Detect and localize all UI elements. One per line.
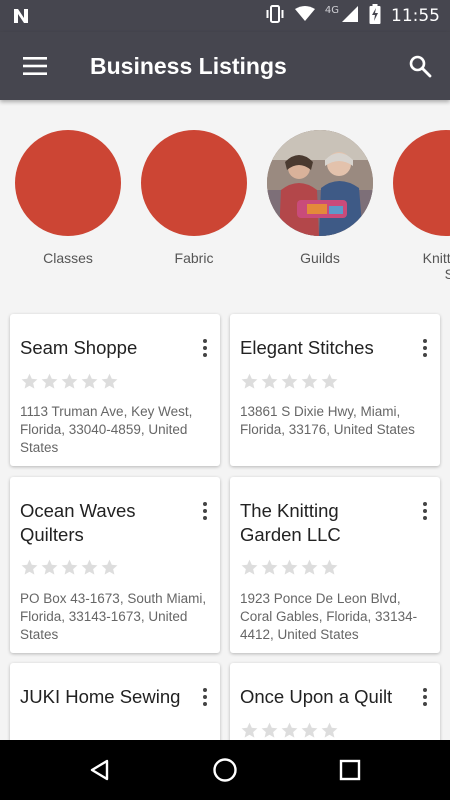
star-icon [300,372,319,395]
category-label: Fabric [174,250,214,266]
notification-n-icon [12,7,30,29]
more-options-icon[interactable] [196,499,214,523]
navigation-bar [0,740,450,800]
search-icon[interactable] [400,46,440,86]
more-options-icon[interactable] [416,499,434,523]
rating-stars [240,721,339,740]
rating-stars [20,558,119,581]
category-guilds[interactable]: Guilds [255,130,385,266]
listing-name: Ocean Waves Quilters [20,500,136,545]
category-carousel[interactable]: Classes Fabric Guilds Knitt S [0,130,450,290]
page-title: Business Listings [90,53,287,79]
category-knitting-supplies[interactable]: Knitting Supp [381,130,450,282]
category-label-line2: Supp [444,266,450,282]
star-icon [300,558,319,581]
listing-address: 1113 Truman Ave, Key West, Florida, 3304… [20,404,193,455]
star-icon [40,372,59,395]
listing-card[interactable]: Once Upon a Quilt [230,663,440,740]
status-bar: 4G 11:55 [0,0,450,32]
listing-card[interactable]: JUKI Home Sewing [10,663,220,740]
star-icon [40,558,59,581]
star-icon [100,558,119,581]
home-circle-icon[interactable] [200,750,250,790]
star-icon [80,558,99,581]
more-options-icon[interactable] [416,336,434,360]
listing-address: 1923 Ponce De Leon Blvd, Coral Gables, F… [240,591,418,642]
star-icon [280,558,299,581]
star-icon [240,372,259,395]
app-bar: Business Listings [0,32,450,100]
star-icon [20,558,39,581]
listing-card[interactable]: Ocean Waves Quilters PO Box 43-1673, Sou… [10,477,220,653]
main-content: Classes Fabric Guilds Knitt S Seam Shopp… [0,100,450,740]
category-image [141,130,247,236]
star-icon [240,558,259,581]
guilds-photo [267,130,373,236]
category-label-line1: Knitting [422,250,450,266]
star-icon [60,558,79,581]
category-image [15,130,121,236]
listing-name: The Knitting Garden LLC [240,500,341,545]
listing-card[interactable]: Seam Shoppe 1113 Truman Ave, Key West, F… [10,314,220,466]
listing-address: 13861 S Dixie Hwy, Miami, Florida, 33176… [240,404,415,437]
more-options-icon[interactable] [196,336,214,360]
listing-name: Elegant Stitches [240,337,374,358]
star-icon [280,721,299,740]
rating-stars [20,372,119,395]
category-fabric[interactable]: Fabric [129,130,259,266]
listing-address: PO Box 43-1673, South Miami, Florida, 33… [20,591,207,642]
category-label: Knitting Supp [381,250,450,282]
listing-name: JUKI Home Sewing [20,686,181,707]
rating-stars [240,372,339,395]
battery-charging-icon [369,4,381,28]
listing-name: Seam Shoppe [20,337,138,358]
listing-name: Once Upon a Quilt [240,686,393,707]
listing-card[interactable]: Elegant Stitches 13861 S Dixie Hwy, Miam… [230,314,440,466]
category-label: Guilds [300,250,340,266]
star-icon [260,558,279,581]
star-icon [280,372,299,395]
category-label: Classes [43,250,93,266]
back-triangle-icon[interactable] [75,750,125,790]
hamburger-menu-icon[interactable] [14,46,56,86]
listing-card[interactable]: The Knitting Garden LLC 1923 Ponce De Le… [230,477,440,653]
category-image [393,130,450,236]
star-icon [60,372,79,395]
star-icon [320,558,339,581]
category-classes[interactable]: Classes [3,130,133,266]
recents-square-icon[interactable] [325,750,375,790]
rating-stars [240,558,339,581]
star-icon [300,721,319,740]
wifi-icon [294,6,315,26]
vibrate-icon [265,5,285,27]
star-icon [100,372,119,395]
star-icon [320,721,339,740]
star-icon [260,372,279,395]
signal-icon [341,6,359,26]
star-icon [80,372,99,395]
star-icon [320,372,339,395]
status-time: 11:55 [391,6,440,26]
more-options-icon[interactable] [196,685,214,709]
star-icon [240,721,259,740]
network-type: 4G [324,4,339,16]
more-options-icon[interactable] [416,685,434,709]
star-icon [260,721,279,740]
star-icon [20,372,39,395]
